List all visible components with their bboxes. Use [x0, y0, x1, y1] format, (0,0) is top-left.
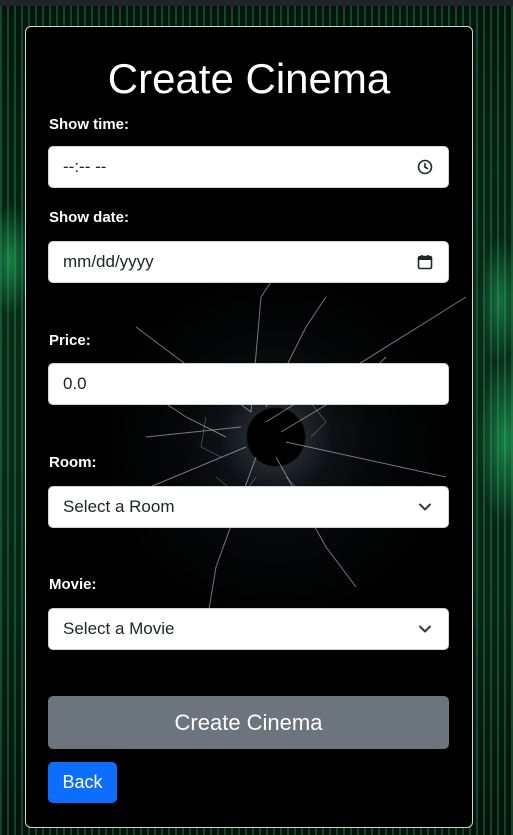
show-time-placeholder: --:-- --	[63, 157, 107, 176]
price-value: 0.0	[63, 374, 87, 393]
page-title: Create Cinema	[107, 55, 391, 102]
show-time-input[interactable]: --:-- --	[48, 146, 449, 188]
movie-select[interactable]: Select a Movie	[48, 608, 449, 650]
top-bar	[0, 0, 513, 6]
room-select[interactable]: Select a Room	[48, 486, 449, 528]
back-button[interactable]: Back	[48, 762, 117, 803]
show-date-label: Show date:	[49, 209, 130, 226]
show-date-placeholder: mm/dd/yyyy	[63, 252, 154, 271]
chevron-down-icon	[416, 620, 434, 638]
clock-icon[interactable]	[416, 158, 434, 176]
price-input[interactable]: 0.0	[48, 363, 449, 405]
show-time-label: Show time:	[49, 116, 130, 133]
room-select-value: Select a Room	[63, 497, 175, 516]
show-date-input[interactable]: mm/dd/yyyy	[48, 241, 449, 283]
create-cinema-card: Create Cinema Show time: --:-- -- Show d…	[25, 26, 473, 828]
price-label: Price:	[49, 332, 91, 349]
calendar-icon[interactable]	[416, 253, 434, 271]
chevron-down-icon	[416, 498, 434, 516]
movie-select-value: Select a Movie	[63, 619, 175, 638]
movie-label: Movie:	[49, 576, 97, 593]
room-label: Room:	[49, 454, 97, 471]
create-cinema-button[interactable]: Create Cinema	[48, 696, 449, 749]
